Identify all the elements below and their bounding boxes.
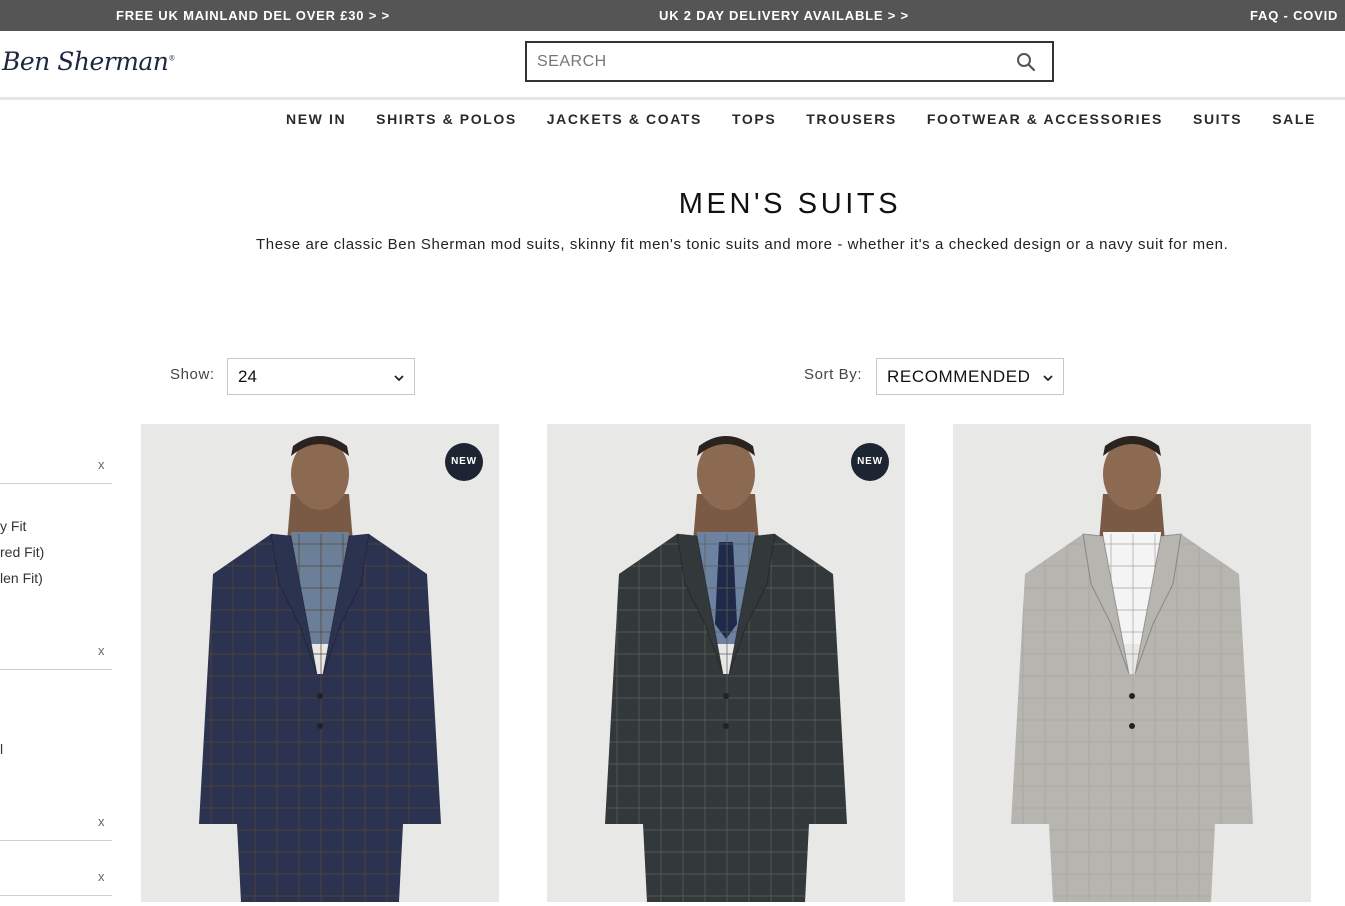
promo-free-delivery-link[interactable]: FREE UK MAINLAND DEL OVER £30 > > [116, 8, 390, 23]
product-image [953, 424, 1311, 902]
registered-mark: ® [168, 54, 175, 63]
product-card[interactable] [953, 424, 1311, 902]
promo-faq-covid-link[interactable]: FAQ - COVID [1250, 8, 1338, 23]
filter-divider [0, 669, 112, 670]
product-card[interactable]: NEW [547, 424, 905, 902]
page-title: MEN'S SUITS [678, 188, 902, 220]
chevron-down-icon [1043, 375, 1053, 382]
sort-by-value: RECOMMENDED [887, 367, 1031, 386]
show-per-page-value: 24 [238, 367, 257, 386]
promo-bar: FREE UK MAINLAND DEL OVER £30 > > UK 2 D… [0, 0, 1345, 31]
nav-footwear-accessories[interactable]: FOOTWEAR & ACCESSORIES [927, 111, 1163, 131]
main-nav: NEW IN SHIRTS & POLOS JACKETS & COATS TO… [286, 111, 1345, 131]
show-per-page-select[interactable]: 24 [227, 358, 415, 395]
brand-logo-text: Ben Sherman [2, 47, 169, 76]
search-box [525, 41, 1054, 82]
header-divider [0, 97, 1345, 100]
new-badge: NEW [851, 443, 889, 481]
search-icon[interactable] [1016, 52, 1036, 72]
nav-shirts-polos[interactable]: SHIRTS & POLOS [376, 111, 517, 131]
filter-option-fit[interactable]: y Fit [0, 518, 26, 534]
nav-sale[interactable]: SALE [1272, 111, 1316, 131]
nav-jackets-coats[interactable]: JACKETS & COATS [547, 111, 702, 131]
nav-tops[interactable]: TOPS [732, 111, 776, 131]
promo-2-day-delivery-link[interactable]: UK 2 DAY DELIVERY AVAILABLE > > [659, 8, 909, 23]
product-image [141, 424, 499, 902]
search-input[interactable] [537, 51, 997, 73]
clear-filter-button[interactable]: x [98, 814, 105, 829]
filter-divider [0, 840, 112, 841]
filter-option[interactable]: l [0, 741, 3, 757]
filter-option-fit[interactable]: len Fit) [0, 570, 43, 586]
nav-suits[interactable]: SUITS [1193, 111, 1242, 131]
brand-logo[interactable]: Ben Sherman® [2, 47, 175, 76]
page-description: These are classic Ben Sherman mod suits,… [256, 236, 1229, 253]
chevron-down-icon [394, 375, 404, 382]
clear-filter-button[interactable]: x [98, 869, 105, 884]
filter-divider [0, 895, 112, 896]
nav-trousers[interactable]: TROUSERS [806, 111, 897, 131]
clear-filter-button[interactable]: x [98, 457, 105, 472]
filter-option-fit[interactable]: red Fit) [0, 544, 44, 560]
sort-by-select[interactable]: RECOMMENDED [876, 358, 1064, 395]
nav-new-in[interactable]: NEW IN [286, 111, 346, 131]
filter-divider [0, 483, 112, 484]
product-image [547, 424, 905, 902]
sort-label: Sort By: [804, 366, 863, 383]
show-label: Show: [170, 366, 215, 383]
new-badge: NEW [445, 443, 483, 481]
product-card[interactable]: NEW [141, 424, 499, 902]
clear-filter-button[interactable]: x [98, 643, 105, 658]
